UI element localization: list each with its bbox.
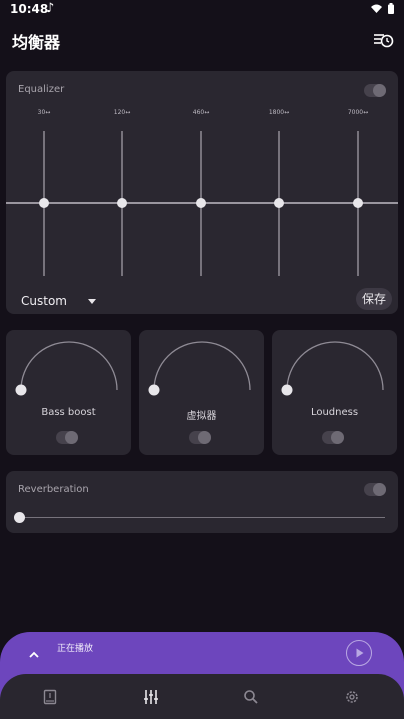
reverberation-label: Reverberation: [18, 484, 89, 495]
bass-boost-card: Bass boost: [6, 330, 131, 455]
loudness-knob[interactable]: [280, 338, 390, 398]
band-slider-thumb[interactable]: [274, 198, 284, 208]
battery-icon: [388, 3, 394, 14]
app-root: 10:48 ♪ 均衡器 Equalizer 30↔ 120↔ 460↔ 1800↔ 70…: [0, 0, 404, 719]
wifi-icon: [371, 4, 382, 13]
status-time: 10:48: [10, 2, 49, 16]
reverberation-card: Reverberation: [6, 471, 398, 533]
band-slider-thumb[interactable]: [39, 198, 49, 208]
save-button[interactable]: 保存: [356, 288, 392, 310]
band-frequency-label: 460↔: [192, 109, 210, 116]
reverberation-toggle[interactable]: [364, 483, 386, 496]
play-icon: [356, 648, 363, 657]
loudness-thumb[interactable]: [281, 384, 293, 396]
toggle-knob: [331, 431, 344, 444]
equalizer-toggle[interactable]: [364, 84, 386, 97]
play-button[interactable]: [346, 640, 372, 666]
bass-boost-knob[interactable]: [14, 338, 124, 398]
band-frequency-label: 120↔: [113, 109, 131, 116]
toggle-knob: [373, 84, 386, 97]
loudness-label: Loudness: [310, 407, 359, 418]
dropdown-arrow-icon[interactable]: [88, 299, 96, 304]
virtualizer-thumb[interactable]: [148, 384, 160, 396]
toggle-knob: [373, 483, 386, 496]
bass-boost-thumb[interactable]: [15, 384, 27, 396]
bass-boost-toggle[interactable]: [56, 431, 78, 444]
music-note-icon: ♪: [46, 1, 55, 16]
preset-select[interactable]: Custom: [21, 294, 67, 308]
virtualizer-toggle[interactable]: [189, 431, 211, 444]
reverberation-slider-thumb[interactable]: [14, 512, 25, 523]
band-frequency-label: 1800↔: [268, 109, 290, 116]
virtualizer-knob[interactable]: [147, 338, 257, 398]
status-bar: 10:48 ♪: [0, 0, 404, 20]
now-playing-label: 正在播放: [57, 644, 94, 654]
library-icon[interactable]: [41, 688, 59, 706]
equalizer-label: Equalizer: [18, 84, 65, 95]
virtualizer-card: 虚拟器: [139, 330, 264, 455]
reverberation-slider-track[interactable]: [18, 517, 385, 518]
search-icon[interactable]: [242, 688, 260, 706]
band-frequency-label: 30↔: [37, 109, 51, 116]
equalizer-card: Equalizer 30↔ 120↔ 460↔ 1800↔ 7000↔ Custom 保…: [6, 71, 398, 314]
virtualizer-label: 虚拟器: [186, 411, 217, 422]
playlist-timer-icon[interactable]: [372, 28, 394, 50]
equalizer-icon[interactable]: [142, 688, 160, 706]
toggle-knob: [65, 431, 78, 444]
loudness-card: Loudness: [272, 330, 397, 455]
band-slider-thumb[interactable]: [196, 198, 206, 208]
band-frequency-label: 7000↔: [347, 109, 369, 116]
bottom-nav: [0, 674, 404, 719]
toggle-knob: [198, 431, 211, 444]
band-slider-thumb[interactable]: [117, 198, 127, 208]
chevron-up-icon[interactable]: [27, 648, 41, 662]
band-slider-thumb[interactable]: [353, 198, 363, 208]
settings-icon[interactable]: [343, 688, 361, 706]
page-title: 均衡器: [12, 33, 61, 52]
loudness-toggle[interactable]: [322, 431, 344, 444]
bass-boost-label: Bass boost: [41, 407, 96, 418]
app-bar: 均衡器: [0, 20, 404, 56]
